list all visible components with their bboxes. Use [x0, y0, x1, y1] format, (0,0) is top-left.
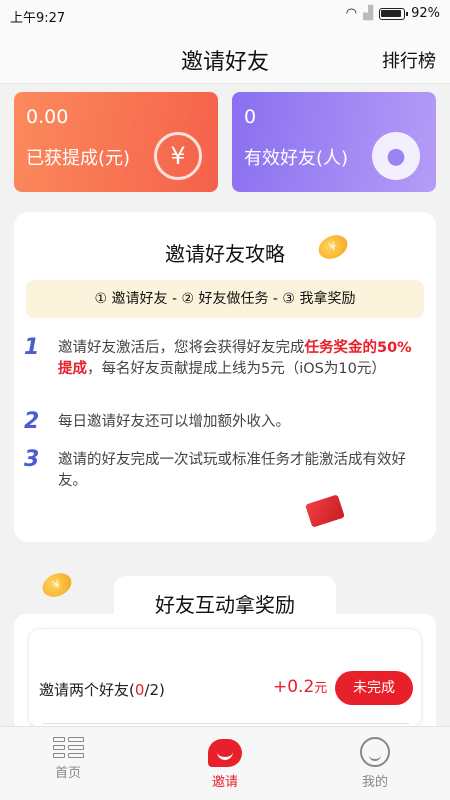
- rewards-card: 邀请两个好友(0/2) +0.2元 未完成: [14, 614, 436, 734]
- battery-level: 92%: [411, 6, 440, 21]
- status-bar: 上午9:27 ◠ ▟ 92%: [0, 0, 450, 30]
- rule-1-text-a: 邀请好友激活后，您将会获得好友完成: [58, 340, 305, 356]
- signal-icon: ▟: [363, 6, 374, 21]
- valid-friends-card[interactable]: 0 有效好友(人) ●: [232, 92, 436, 192]
- rule-item-3: 3 邀请的好友完成一次试玩或标准任务才能激活成有效好友。: [24, 447, 424, 492]
- task-status-button[interactable]: 未完成: [335, 671, 413, 705]
- task-item: 邀请两个好友(0/2) +0.2元 未完成: [28, 628, 422, 728]
- rule-2-text: 每日邀请好友还可以增加额外收入。: [58, 414, 290, 430]
- divider: [43, 723, 409, 724]
- coin-icon: ¥: [38, 568, 76, 602]
- number-1-icon: 1: [24, 335, 40, 360]
- tab-mine-label: 我的: [361, 775, 388, 790]
- number-2-icon: 2: [24, 409, 40, 434]
- tab-home-label: 首页: [54, 766, 81, 781]
- task-reward-unit: 元: [314, 681, 328, 696]
- earned-commission-value: 0.00: [26, 106, 69, 128]
- status-right: ◠ ▟ 92%: [346, 6, 440, 21]
- guide-title: 邀请好友攻略: [165, 242, 285, 266]
- steps-bar: ① 邀请好友 - ② 好友做任务 - ③ 我拿奖励: [26, 280, 424, 318]
- valid-friends-label: 有效好友(人): [244, 148, 349, 169]
- number-3-icon: 3: [24, 447, 40, 472]
- invite-guide-card: 邀请好友攻略 ¥ ① 邀请好友 - ② 好友做任务 - ③ 我拿奖励 1 邀请好…: [14, 212, 436, 542]
- tab-invite[interactable]: 邀请: [175, 737, 275, 790]
- ranking-button[interactable]: 排行榜: [382, 47, 436, 73]
- task-name: 邀请两个好友(0/2): [39, 679, 165, 700]
- valid-friends-value: 0: [244, 106, 257, 128]
- grid-icon: [52, 737, 84, 758]
- earned-commission-label: 已获提成(元): [26, 148, 131, 169]
- tab-home[interactable]: 首页: [18, 737, 118, 781]
- red-envelope-icon: [305, 494, 345, 528]
- rule-item-2: 2 每日邀请好友还可以增加额外收入。: [24, 409, 424, 434]
- status-time: 上午9:27: [10, 11, 66, 26]
- rule-1-text-b: ，每名好友贡献提成上线为5元（iOS为10元）: [87, 361, 386, 377]
- smile-face-icon: [360, 737, 390, 767]
- tab-invite-label: 邀请: [211, 775, 238, 790]
- nav-bar: 邀请好友 排行榜: [0, 30, 450, 84]
- task-progress-total: /2): [144, 681, 165, 699]
- battery-icon: [379, 7, 409, 20]
- task-reward-amount: +0.2: [273, 677, 315, 697]
- chat-bubble-icon: [208, 739, 242, 767]
- person-icon: ●: [372, 132, 420, 180]
- rule-item-1: 1 邀请好友激活后，您将会获得好友完成任务奖金的50%提成，每名好友贡献提成上线…: [24, 335, 424, 380]
- task-reward: +0.2元: [273, 677, 327, 697]
- task-name-text: 邀请两个好友(: [39, 681, 135, 699]
- task-progress-done: 0: [134, 681, 145, 699]
- bottom-tab-bar: 首页 邀请 我的: [0, 726, 450, 800]
- earned-commission-card[interactable]: 0.00 已获提成(元) ¥: [14, 92, 218, 192]
- rule-3-text: 邀请的好友完成一次试玩或标准任务才能激活成有效好友。: [58, 452, 406, 489]
- wifi-icon: ◠: [345, 6, 358, 21]
- yuan-icon: ¥: [154, 132, 202, 180]
- tab-mine[interactable]: 我的: [325, 737, 425, 790]
